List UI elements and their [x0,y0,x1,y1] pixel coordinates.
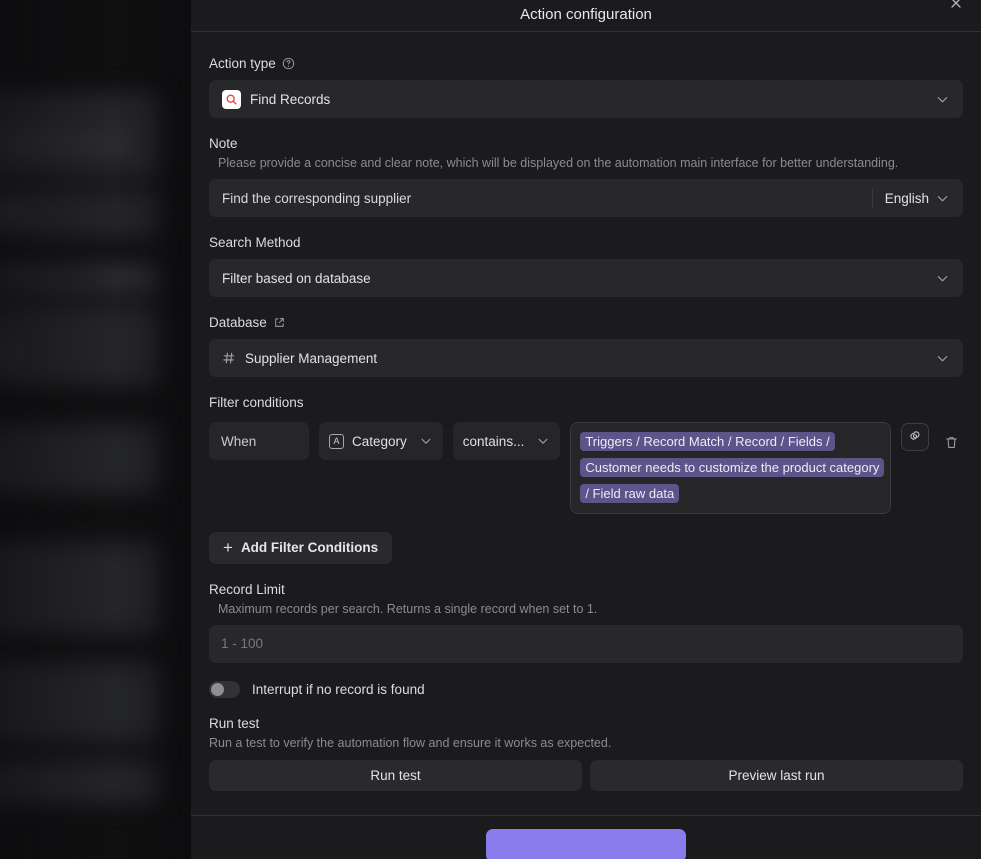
action-type-select[interactable]: Find Records [209,80,963,118]
text-field-icon: A [329,433,344,449]
note-language-value: English [884,190,929,206]
blurred-backdrop [0,0,191,859]
filter-field-value: Category [352,433,407,449]
note-input[interactable]: Find the corresponding supplier English [209,179,963,217]
run-test-label: Run test [209,715,260,731]
gear-icon[interactable] [901,423,929,451]
panel-body: Action type Find Records Note Please pro… [191,32,981,815]
backdrop-overlay [0,0,191,859]
panel-footer [191,815,981,859]
note-label: Note [209,136,238,151]
filter-operator-value: contains... [462,433,525,449]
search-method-section: Search Method Filter based on database [209,235,963,297]
filter-operator-select[interactable]: contains... [452,422,561,460]
database-value: Supplier Management [245,350,378,366]
note-language-select[interactable]: English [871,188,950,208]
preview-last-run-button[interactable]: Preview last run [590,759,963,791]
search-method-value: Filter based on database [222,270,371,286]
chevron-down-icon [935,191,950,206]
search-method-label: Search Method [209,235,301,250]
run-test-button[interactable]: Run test [209,759,582,791]
note-section: Note Please provide a concise and clear … [209,136,963,217]
action-type-section: Action type Find Records [209,56,963,118]
find-records-icon [222,89,241,109]
chevron-down-icon [935,351,950,366]
filter-conditions-section: Filter conditions When A Category contai… [209,395,963,564]
database-label: Database [209,315,963,330]
note-hint: Please provide a concise and clear note,… [218,156,899,170]
action-type-value: Find Records [250,91,331,107]
database-label-text: Database [209,315,267,330]
run-test-section: Run test Run a test to verify the automa… [209,716,963,791]
record-limit-input[interactable]: 1 - 100 [209,624,963,663]
filter-field-select[interactable]: A Category [319,422,443,460]
help-circle-icon[interactable] [282,57,295,70]
close-icon[interactable] [943,0,969,16]
trash-icon[interactable] [939,423,963,461]
add-filter-conditions-label: Add Filter Conditions [240,540,379,556]
action-type-label-text: Action type [209,56,276,71]
action-type-label: Action type [209,56,963,71]
interrupt-toggle-row: Interrupt if no record is found [209,680,963,698]
chevron-down-icon [419,434,433,448]
add-filter-conditions-button[interactable]: + Add Filter Conditions [209,531,393,564]
chevron-down-icon [536,434,550,448]
plus-icon: + [223,538,233,558]
record-limit-hint: Maximum records per search. Returns a si… [218,601,598,616]
page-title: Action configuration [520,6,652,23]
panel-header: Action configuration [191,0,981,32]
run-test-hint: Run a test to verify the automation flow… [209,735,612,750]
filter-condition-row: When A Category contains... Triggers / R… [209,422,963,514]
filter-conjunction: When [209,422,309,460]
chevron-down-icon [935,271,950,286]
record-limit-label: Record Limit [209,581,285,597]
variable-token[interactable]: Triggers / Record Match / Record / Field… [580,432,885,503]
hash-icon [222,351,236,365]
action-configuration-panel: Action configuration Action type Find Re… [191,0,981,859]
record-limit-placeholder: 1 - 100 [221,636,264,652]
primary-confirm-button[interactable] [486,829,686,859]
note-value: Find the corresponding supplier [222,190,412,206]
filter-value-field[interactable]: Triggers / Record Match / Record / Field… [570,422,891,514]
record-limit-section: Record Limit Maximum records per search.… [209,582,963,663]
interrupt-toggle[interactable] [209,680,240,698]
external-link-icon[interactable] [273,316,286,329]
filter-conditions-label: Filter conditions [209,395,304,410]
chevron-down-icon [935,92,950,107]
interrupt-toggle-label: Interrupt if no record is found [252,681,425,697]
database-section: Database Supplier Management [209,315,963,377]
toggle-knob [211,682,224,696]
search-method-select[interactable]: Filter based on database [209,259,963,297]
database-select[interactable]: Supplier Management [209,339,963,377]
run-test-buttons: Run test Preview last run [209,759,963,791]
